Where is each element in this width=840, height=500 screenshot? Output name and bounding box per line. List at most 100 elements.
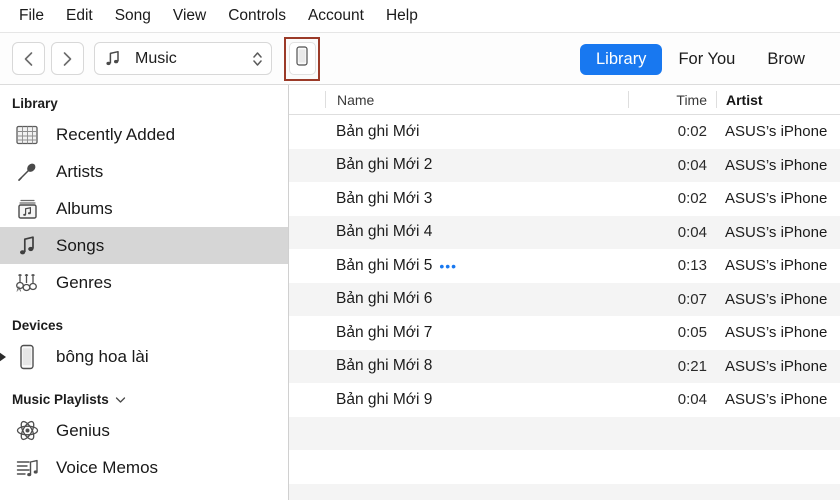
- sidebar-item-albums[interactable]: Albums: [0, 190, 288, 227]
- track-list-header: Name Time Artist: [289, 85, 840, 115]
- row-time-cell: 0:13: [677, 257, 707, 275]
- sidebar-section-title: Library: [12, 96, 58, 111]
- row-time-cell: 0:04: [677, 223, 707, 241]
- menu-item-view[interactable]: View: [162, 3, 217, 29]
- row-name-cell: Bản ghi Mới 3: [325, 190, 628, 208]
- table-row[interactable]: Bản ghi Mới 9 0:04 ASUS’s iPhone: [289, 383, 840, 417]
- sidebar-item-songs[interactable]: Songs: [0, 227, 288, 264]
- sidebar: Library Recently Added Artists Albums Songs A…: [0, 85, 289, 500]
- menu-item-account[interactable]: Account: [297, 3, 375, 29]
- column-header-artist[interactable]: Artist: [716, 91, 840, 108]
- sidebar-section-title: Devices: [12, 318, 64, 333]
- chevron-up-down-icon[interactable]: [252, 50, 263, 68]
- row-artist-cell: ASUS’s iPhone: [725, 123, 828, 141]
- svg-text:A: A: [17, 286, 22, 293]
- main-body: Library Recently Added Artists Albums Songs A…: [0, 85, 840, 500]
- row-artist-cell: ASUS’s iPhone: [725, 324, 828, 342]
- row-artist-cell: ASUS’s iPhone: [725, 357, 828, 375]
- toolbar: Music Library For You Brow: [0, 33, 840, 85]
- genres-icon: A: [12, 272, 42, 294]
- atom-icon: [12, 419, 42, 442]
- table-row[interactable]: Bản ghi Mới 4 0:04 ASUS’s iPhone: [289, 215, 840, 249]
- row-name-cell: Bản ghi Mới 6: [325, 290, 628, 308]
- row-artist-cell: ASUS’s iPhone: [725, 257, 828, 275]
- row-name-cell: Bản ghi Mới 2: [325, 156, 628, 174]
- column-header-time[interactable]: Time: [628, 91, 716, 108]
- row-name-cell: Bản ghi Mới 8: [325, 357, 628, 375]
- table-row[interactable]: Bản ghi Mới 3 0:02 ASUS’s iPhone: [289, 182, 840, 216]
- sidebar-item-artists[interactable]: Artists: [0, 153, 288, 190]
- menu-bar: File Edit Song View Controls Account Help: [0, 0, 840, 33]
- sidebar-item-label: Voice Memos: [56, 457, 159, 477]
- sidebar-item-label: Albums: [56, 198, 113, 218]
- sidebar-section-header-devices[interactable]: Devices: [0, 313, 288, 338]
- table-row[interactable]: Bản ghi Mới 0:02 ASUS’s iPhone: [289, 115, 840, 149]
- navigation-buttons: [12, 42, 84, 75]
- album-icon: [12, 198, 42, 220]
- sidebar-item-label: Genres: [56, 272, 112, 292]
- source-selector[interactable]: Music: [94, 42, 272, 75]
- chevron-left-icon: [23, 51, 34, 67]
- itunes-window: File Edit Song View Controls Account Help: [0, 0, 840, 500]
- device-button[interactable]: [288, 42, 316, 75]
- forward-button[interactable]: [51, 42, 84, 75]
- back-button[interactable]: [12, 42, 45, 75]
- menu-item-song[interactable]: Song: [104, 3, 162, 29]
- table-row[interactable]: Bản ghi Mới 6 0:07 ASUS’s iPhone: [289, 282, 840, 316]
- sidebar-item-label: Songs: [56, 235, 105, 255]
- source-selector-value: Music: [135, 49, 177, 67]
- row-name-cell: Bản ghi Mới 7: [325, 324, 628, 342]
- menu-item-help[interactable]: Help: [375, 3, 429, 29]
- tab-for-you[interactable]: For You: [662, 44, 751, 75]
- track-name: Bản ghi Mới 2: [336, 156, 433, 174]
- device-button-highlight: [284, 36, 320, 81]
- tab-brow[interactable]: Brow: [751, 44, 821, 75]
- iphone-icon: [296, 46, 308, 71]
- row-time-cell: 0:02: [677, 123, 707, 141]
- menu-item-controls[interactable]: Controls: [217, 3, 297, 29]
- row-time-cell: 0:04: [677, 391, 707, 409]
- sidebar-section-gap: [0, 375, 288, 387]
- sidebar-item-genres[interactable]: A Genres: [0, 264, 288, 301]
- sidebar-item-voice-memos[interactable]: Voice Memos: [0, 449, 288, 486]
- table-row[interactable]: Bản ghi Mới 2 0:04 ASUS’s iPhone: [289, 148, 840, 182]
- table-row-empty: [289, 416, 840, 450]
- sidebar-section-header-library[interactable]: Library: [0, 91, 288, 116]
- table-row[interactable]: Bản ghi Mới 5 ••• 0:13 ASUS’s iPhone: [289, 249, 840, 283]
- row-time-cell: 0:07: [677, 290, 707, 308]
- tab-library[interactable]: Library: [580, 43, 663, 75]
- menu-item-edit[interactable]: Edit: [55, 3, 104, 29]
- sidebar-section-title: Music Playlists: [12, 392, 109, 407]
- track-list-panel: Name Time Artist Bản ghi Mới 0:02 ASUS’s i…: [289, 85, 840, 500]
- row-name-cell: Bản ghi Mới: [325, 123, 628, 141]
- sidebar-item-label: Genius: [56, 420, 110, 440]
- sidebar-item-recently-added[interactable]: Recently Added: [0, 116, 288, 153]
- track-name: Bản ghi Mới 3: [336, 189, 433, 207]
- disclosure-triangle-icon[interactable]: [0, 351, 6, 362]
- row-time-cell: 0:05: [677, 324, 707, 342]
- track-name: Bản ghi Mới 5: [336, 256, 433, 274]
- more-options-icon[interactable]: •••: [439, 259, 457, 273]
- table-row[interactable]: Bản ghi Mới 7 0:05 ASUS’s iPhone: [289, 316, 840, 350]
- row-time-cell: 0:04: [677, 156, 707, 174]
- table-row[interactable]: Bản ghi Mới 8 0:21 ASUS’s iPhone: [289, 349, 840, 383]
- track-name: Bản ghi Mới 4: [336, 223, 433, 241]
- library-tabs: Library For You Brow: [580, 33, 821, 85]
- chevron-right-icon: [62, 51, 73, 67]
- row-name-cell: Bản ghi Mới 9: [325, 391, 628, 409]
- sidebar-item-genius[interactable]: Genius: [0, 412, 288, 449]
- row-artist-cell: ASUS’s iPhone: [725, 391, 828, 409]
- column-header-name[interactable]: Name: [325, 91, 628, 108]
- sidebar-item-label: Recently Added: [56, 124, 176, 144]
- track-name: Bản ghi Mới 7: [336, 323, 433, 341]
- track-name: Bản ghi Mới 8: [336, 357, 433, 375]
- chevron-down-icon[interactable]: [115, 392, 126, 407]
- sidebar-section-header-music-playlists[interactable]: Music Playlists: [0, 387, 288, 412]
- row-artist-cell: ASUS’s iPhone: [725, 223, 828, 241]
- track-name: Bản ghi Mới 6: [336, 290, 433, 308]
- music-note-icon: [12, 235, 42, 257]
- menu-item-file[interactable]: File: [8, 3, 55, 29]
- sidebar-item-bông-hoa-lài[interactable]: bông hoa lài: [0, 338, 288, 375]
- track-name: Bản ghi Mới: [336, 122, 420, 140]
- row-artist-cell: ASUS’s iPhone: [725, 290, 828, 308]
